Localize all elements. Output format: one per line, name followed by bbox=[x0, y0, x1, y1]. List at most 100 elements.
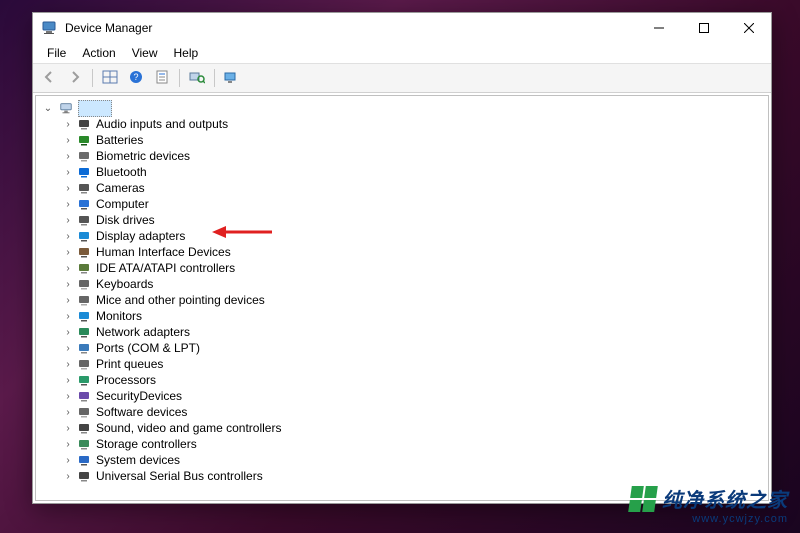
menubar: File Action View Help bbox=[33, 43, 771, 63]
tree-node[interactable]: ›Software devices bbox=[36, 404, 768, 420]
tree-node[interactable]: › IDE ATA/ATAPI controllers bbox=[36, 260, 768, 276]
tree-node[interactable]: ›Batteries bbox=[36, 132, 768, 148]
maximize-button[interactable] bbox=[681, 13, 726, 43]
tree-node[interactable]: ›Processors bbox=[36, 372, 768, 388]
chevron-right-icon[interactable]: › bbox=[62, 247, 74, 258]
camera-icon bbox=[76, 180, 92, 196]
hid-icon bbox=[76, 244, 92, 260]
tree-node[interactable]: › Network adapters bbox=[36, 324, 768, 340]
tree-node[interactable]: › Computer bbox=[36, 196, 768, 212]
chevron-right-icon[interactable]: › bbox=[62, 199, 74, 210]
tree-node[interactable]: › System devices bbox=[36, 452, 768, 468]
chevron-right-icon[interactable]: › bbox=[62, 263, 74, 274]
add-legacy-icon bbox=[224, 70, 240, 87]
tree-node-label: System devices bbox=[96, 453, 180, 467]
mouse-icon bbox=[76, 292, 92, 308]
chevron-right-icon[interactable]: › bbox=[62, 423, 74, 434]
properties-icon bbox=[155, 70, 169, 87]
chevron-right-icon[interactable]: › bbox=[62, 135, 74, 146]
tree-node-label: Computer bbox=[96, 197, 149, 211]
chevron-right-icon[interactable]: › bbox=[62, 279, 74, 290]
menu-file[interactable]: File bbox=[39, 44, 74, 62]
tree-node[interactable]: ›Storage controllers bbox=[36, 436, 768, 452]
tree-node[interactable]: › SecurityDevices bbox=[36, 388, 768, 404]
chevron-right-icon[interactable]: › bbox=[62, 439, 74, 450]
chevron-right-icon[interactable]: › bbox=[62, 375, 74, 386]
chevron-right-icon[interactable]: › bbox=[62, 471, 74, 482]
tree-node[interactable]: › Cameras bbox=[36, 180, 768, 196]
tree-area[interactable]: ⌄ ›Audio inputs and outputs›Batteries›Bi… bbox=[35, 95, 769, 501]
ide-icon bbox=[76, 260, 92, 276]
chevron-right-icon[interactable]: › bbox=[62, 391, 74, 402]
watermark: 纯净系统之家 www.ycwjzy.com bbox=[630, 484, 788, 525]
tree-node-label: SecurityDevices bbox=[96, 389, 182, 403]
toolbar-separator bbox=[214, 69, 215, 87]
tree-node[interactable]: ›Keyboards bbox=[36, 276, 768, 292]
device-tree: ⌄ ›Audio inputs and outputs›Batteries›Bi… bbox=[36, 96, 768, 488]
toolbar: ? bbox=[33, 63, 771, 93]
tree-node-label: Bluetooth bbox=[96, 165, 147, 179]
chevron-right-icon[interactable]: › bbox=[62, 327, 74, 338]
network-icon bbox=[76, 324, 92, 340]
chevron-right-icon[interactable]: › bbox=[62, 167, 74, 178]
chevron-right-icon[interactable]: › bbox=[62, 231, 74, 242]
tree-root[interactable]: ⌄ bbox=[36, 100, 768, 116]
menu-action[interactable]: Action bbox=[74, 44, 123, 62]
scan-hardware-button[interactable] bbox=[185, 66, 209, 90]
watermark-text: 纯净系统之家 bbox=[662, 484, 788, 513]
help-button[interactable]: ? bbox=[124, 66, 148, 90]
tree-node[interactable]: › Ports (COM & LPT) bbox=[36, 340, 768, 356]
back-button bbox=[37, 66, 61, 90]
display-icon bbox=[76, 228, 92, 244]
tree-node[interactable]: › Sound, video and game controllers bbox=[36, 420, 768, 436]
chevron-right-icon[interactable]: › bbox=[62, 119, 74, 130]
tree-node[interactable]: ›Disk drives bbox=[36, 212, 768, 228]
chevron-right-icon[interactable]: › bbox=[62, 215, 74, 226]
tree-node[interactable]: ›Monitors bbox=[36, 308, 768, 324]
tree-node-label: Ports (COM & LPT) bbox=[96, 341, 200, 355]
tree-node[interactable]: ›Universal Serial Bus controllers bbox=[36, 468, 768, 484]
close-button[interactable] bbox=[726, 13, 771, 43]
minimize-button[interactable] bbox=[636, 13, 681, 43]
audio-icon bbox=[76, 116, 92, 132]
chevron-right-icon[interactable]: › bbox=[62, 455, 74, 466]
security-icon bbox=[76, 388, 92, 404]
chevron-right-icon[interactable]: › bbox=[62, 151, 74, 162]
chevron-right-icon[interactable]: › bbox=[62, 295, 74, 306]
tree-node[interactable]: ›Biometric devices bbox=[36, 148, 768, 164]
tree-node[interactable]: › Bluetooth bbox=[36, 164, 768, 180]
menu-help[interactable]: Help bbox=[166, 44, 207, 62]
chevron-right-icon[interactable]: › bbox=[62, 311, 74, 322]
chevron-right-icon[interactable]: › bbox=[62, 343, 74, 354]
titlebar[interactable]: Device Manager bbox=[33, 13, 771, 43]
toolbar-separator bbox=[179, 69, 180, 87]
tree-node-label: Cameras bbox=[96, 181, 145, 195]
toolbar-separator bbox=[92, 69, 93, 87]
add-legacy-button[interactable] bbox=[220, 66, 244, 90]
forward-icon bbox=[68, 70, 82, 87]
tree-node[interactable]: ›Human Interface Devices bbox=[36, 244, 768, 260]
tree-node[interactable]: › Print queues bbox=[36, 356, 768, 372]
tree-node[interactable]: ›Display adapters bbox=[36, 228, 768, 244]
tree-node[interactable]: ›Audio inputs and outputs bbox=[36, 116, 768, 132]
system-icon bbox=[76, 452, 92, 468]
window-controls bbox=[636, 13, 771, 43]
disk-icon bbox=[76, 212, 92, 228]
menu-view[interactable]: View bbox=[124, 44, 166, 62]
tree-node-label: Mice and other pointing devices bbox=[96, 293, 265, 307]
show-hidden-button[interactable] bbox=[98, 66, 122, 90]
chevron-down-icon[interactable]: ⌄ bbox=[42, 103, 54, 114]
chevron-right-icon[interactable]: › bbox=[62, 183, 74, 194]
chevron-right-icon[interactable]: › bbox=[62, 359, 74, 370]
keyboard-icon bbox=[76, 276, 92, 292]
bluetooth-icon bbox=[76, 164, 92, 180]
properties-button[interactable] bbox=[150, 66, 174, 90]
show-hidden-icon bbox=[102, 70, 118, 87]
tree-node-label: Network adapters bbox=[96, 325, 190, 339]
tree-node-label: Print queues bbox=[96, 357, 163, 371]
sound-icon bbox=[76, 420, 92, 436]
tree-node-label: Sound, video and game controllers bbox=[96, 421, 281, 435]
tree-node[interactable]: › Mice and other pointing devices bbox=[36, 292, 768, 308]
chevron-right-icon[interactable]: › bbox=[62, 407, 74, 418]
tree-node-label: IDE ATA/ATAPI controllers bbox=[96, 261, 235, 275]
